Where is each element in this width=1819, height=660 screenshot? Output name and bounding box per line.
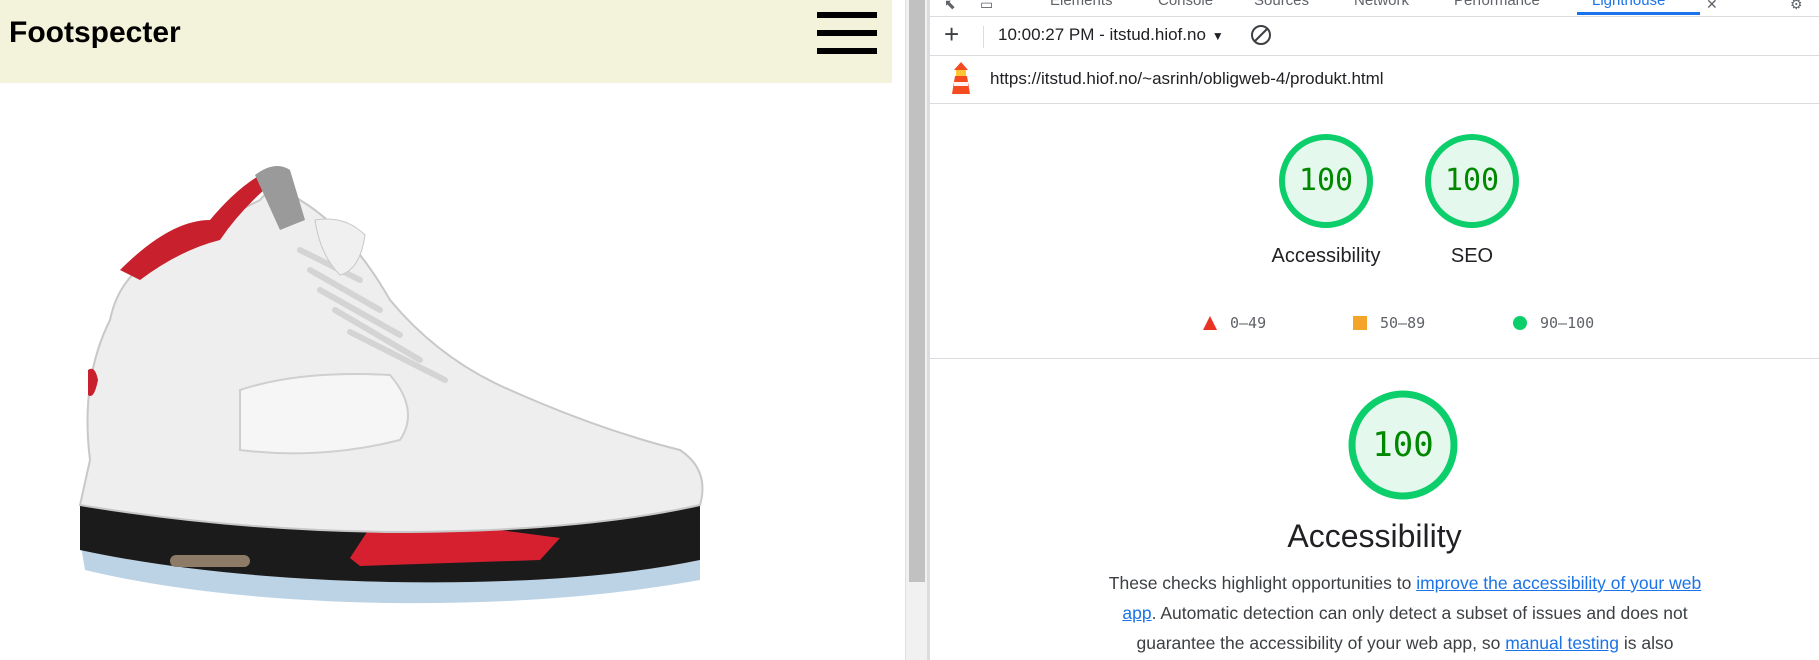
legend-label: 0–49 (1230, 314, 1267, 332)
report-select[interactable]: 10:00:27 PM - itstud.hiof.no ▼ (998, 25, 1224, 45)
caret-down-icon: ▼ (1211, 29, 1224, 43)
tab-performance[interactable]: Performance (1454, 0, 1540, 9)
gauge-label: Accessibility (1271, 245, 1381, 267)
hamburger-menu-icon[interactable] (817, 12, 877, 54)
new-report-plus-icon[interactable]: + (944, 21, 959, 47)
category-title: Accessibility (1287, 518, 1462, 554)
legend-label: 50–89 (1380, 314, 1426, 332)
site-header: Footspecter (0, 0, 892, 83)
desc-text: These checks highlight opportunities to (1108, 573, 1417, 593)
circle-icon (1513, 316, 1527, 330)
lighthouse-logo-icon (952, 62, 970, 94)
section-divider (930, 358, 1819, 359)
legend-label: 90–100 (1540, 314, 1595, 332)
triangle-icon (1203, 316, 1217, 330)
desc-text: is also (1619, 633, 1674, 653)
gauge-label: SEO (1450, 245, 1494, 267)
category-description: These checks highlight opportunities to … (1100, 568, 1710, 658)
gauge-score: 100 (1444, 163, 1500, 198)
manual-testing-link[interactable]: manual testing (1505, 633, 1619, 653)
gear-icon[interactable]: ⚙ (1790, 0, 1803, 13)
tab-network[interactable]: Network (1354, 0, 1409, 9)
block-icon[interactable] (1249, 23, 1273, 47)
product-page: Footspecter (0, 0, 892, 660)
device-toolbar-icon[interactable]: ▭ (980, 0, 993, 13)
category-gauge: 100 (1348, 390, 1458, 500)
gauge-accessibility[interactable]: 100 Accessibility (1271, 133, 1381, 268)
report-url[interactable]: https://itstud.hiof.no/~asrinh/obligweb-… (990, 69, 1384, 89)
lighthouse-toolbar: + 10:00:27 PM - itstud.hiof.no ▼ (930, 16, 1819, 56)
category-score: 100 (1372, 425, 1434, 465)
tab-console[interactable]: Console (1158, 0, 1213, 9)
gauge-seo[interactable]: 100 SEO (1417, 133, 1527, 268)
devtools-tabbar: ⬉ ▭ Elements Console Sources Network Per… (930, 0, 1819, 17)
gauge-score: 100 (1298, 163, 1354, 198)
inspect-icon[interactable]: ⬉ (944, 0, 956, 13)
devtools-panel: ⬉ ▭ Elements Console Sources Network Per… (930, 0, 1819, 660)
tab-lighthouse[interactable]: Lighthouse (1592, 0, 1665, 9)
page-scrollbar[interactable] (905, 0, 928, 660)
tab-sources[interactable]: Sources (1254, 0, 1309, 9)
square-icon (1353, 316, 1367, 330)
site-title[interactable]: Footspecter (9, 16, 181, 50)
report-select-label: 10:00:27 PM - itstud.hiof.no (998, 25, 1206, 44)
toolbar-separator (983, 26, 984, 48)
tab-elements[interactable]: Elements (1050, 0, 1113, 9)
product-image (78, 166, 704, 604)
scrollbar-thumb[interactable] (909, 0, 925, 582)
report-url-bar: https://itstud.hiof.no/~asrinh/obligweb-… (930, 56, 1819, 104)
active-tab-indicator (1577, 12, 1700, 15)
close-tab-icon[interactable]: ✕ (1706, 0, 1718, 13)
